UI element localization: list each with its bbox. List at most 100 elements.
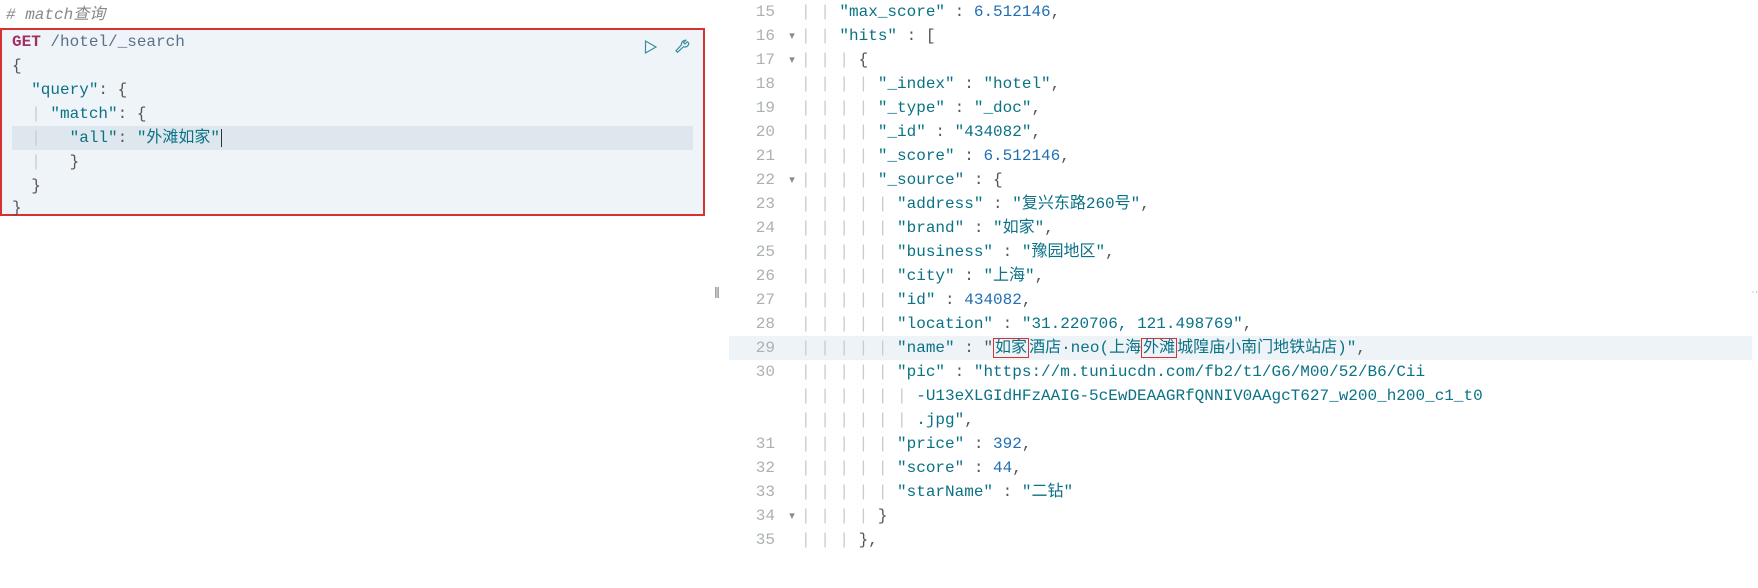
code-content: | | | | | "id" : 434082, bbox=[801, 288, 1752, 312]
response-line: 16▾| | "hits" : [ bbox=[729, 24, 1752, 48]
line-number: 30 bbox=[729, 360, 783, 384]
code-content: | | | | "_id" : "434082", bbox=[801, 120, 1752, 144]
line-number: 35 bbox=[729, 528, 783, 552]
text-cursor bbox=[221, 129, 222, 147]
line-number: 24 bbox=[729, 216, 783, 240]
line-number: 31 bbox=[729, 432, 783, 456]
line-number: 26 bbox=[729, 264, 783, 288]
response-viewer-pane[interactable]: 15| | "max_score" : 6.512146,16▾| | "hit… bbox=[729, 0, 1752, 588]
fold-toggle bbox=[783, 264, 801, 288]
code-content: | | | | | "business" : "豫园地区", bbox=[801, 240, 1752, 264]
line-number: 15 bbox=[729, 0, 783, 24]
response-line: 31 | | | | | "price" : 392, bbox=[729, 432, 1752, 456]
line-number bbox=[729, 408, 783, 432]
code-line-active[interactable]: | "all": "外滩如家" bbox=[12, 126, 693, 150]
fold-toggle bbox=[783, 288, 801, 312]
line-number: 16 bbox=[729, 24, 783, 48]
fold-toggle bbox=[783, 144, 801, 168]
request-path: /hotel/_search bbox=[41, 33, 185, 51]
line-number bbox=[729, 384, 783, 408]
response-code-body: 15| | "max_score" : 6.512146,16▾| | "hit… bbox=[729, 0, 1752, 552]
fold-toggle[interactable]: ▾ bbox=[783, 24, 801, 48]
code-content: | | | { bbox=[801, 48, 1752, 72]
response-line: 24 | | | | | "brand" : "如家", bbox=[729, 216, 1752, 240]
code-line[interactable]: | } bbox=[12, 150, 693, 174]
http-method: GET bbox=[12, 33, 41, 51]
response-line: 32| | | | | "score" : 44, bbox=[729, 456, 1752, 480]
code-content: | | | | | "address" : "复兴东路260号", bbox=[801, 192, 1752, 216]
fold-toggle bbox=[783, 312, 801, 336]
splitter-handle-icon: ‖ bbox=[714, 285, 719, 303]
code-content: | | | | | "price" : 392, bbox=[801, 432, 1752, 456]
right-ellipsis: ⋮ bbox=[1752, 0, 1758, 588]
code-line[interactable]: } bbox=[12, 196, 693, 220]
fold-toggle[interactable]: ▾ bbox=[783, 504, 801, 528]
fold-toggle bbox=[783, 120, 801, 144]
response-line: 33 | | | | | "starName" : "二钻" bbox=[729, 480, 1752, 504]
response-line: 23 | | | | | "address" : "复兴东路260号", bbox=[729, 192, 1752, 216]
fold-toggle bbox=[783, 240, 801, 264]
response-line: 35 | | | }, bbox=[729, 528, 1752, 552]
code-content: | | | | | "name" : "如家酒店·neo(上海外滩城隍庙小南门地… bbox=[801, 336, 1752, 360]
editor-comment: # match查询 bbox=[0, 0, 705, 24]
code-content: | | | | "_type" : "_doc", bbox=[801, 96, 1752, 120]
code-content: | | | }, bbox=[801, 528, 1752, 552]
response-line: | | | | | | .jpg", bbox=[729, 408, 1752, 432]
fold-toggle bbox=[783, 0, 801, 24]
request-editor-pane[interactable]: # match查询 GET /hotel/_search { "query": … bbox=[0, 0, 705, 588]
code-content: | | "hits" : [ bbox=[801, 24, 1752, 48]
line-number: 21 bbox=[729, 144, 783, 168]
fold-toggle bbox=[783, 192, 801, 216]
code-content: | | | | | "brand" : "如家", bbox=[801, 216, 1752, 240]
code-content: | | | | | | .jpg", bbox=[801, 408, 1752, 432]
code-content: | | | | | "starName" : "二钻" bbox=[801, 480, 1752, 504]
response-line: 19 | | | | "_type" : "_doc", bbox=[729, 96, 1752, 120]
line-number: 23 bbox=[729, 192, 783, 216]
run-query-button[interactable] bbox=[639, 36, 661, 58]
code-content: | | | | "_index" : "hotel", bbox=[801, 72, 1752, 96]
line-number: 19 bbox=[729, 96, 783, 120]
line-number: 18 bbox=[729, 72, 783, 96]
fold-toggle bbox=[783, 456, 801, 480]
pane-splitter[interactable]: ‖ bbox=[705, 0, 729, 588]
wrench-button[interactable] bbox=[671, 36, 693, 58]
fold-toggle[interactable]: ▾ bbox=[783, 168, 801, 192]
fold-toggle bbox=[783, 432, 801, 456]
line-number: 27 bbox=[729, 288, 783, 312]
fold-toggle bbox=[783, 72, 801, 96]
fold-toggle bbox=[783, 384, 801, 408]
line-number: 34 bbox=[729, 504, 783, 528]
request-first-line[interactable]: GET /hotel/_search bbox=[12, 30, 693, 54]
line-number: 17 bbox=[729, 48, 783, 72]
response-line: 28 | | | | | "location" : "31.220706, 121… bbox=[729, 312, 1752, 336]
fold-toggle bbox=[783, 360, 801, 384]
fold-toggle bbox=[783, 480, 801, 504]
response-line: 20| | | | "_id" : "434082", bbox=[729, 120, 1752, 144]
request-highlight-box: GET /hotel/_search { "query": { | "match… bbox=[0, 28, 705, 216]
response-line: | | | | | | -U13eXLGIdHFzAAIG-5cEwDEAAGR… bbox=[729, 384, 1752, 408]
response-line: 17▾| | | { bbox=[729, 48, 1752, 72]
line-number: 33 bbox=[729, 480, 783, 504]
code-content: | | | | | | -U13eXLGIdHFzAAIG-5cEwDEAAGR… bbox=[801, 384, 1752, 408]
fold-toggle bbox=[783, 528, 801, 552]
code-line[interactable]: { bbox=[12, 54, 693, 78]
response-line: 29| | | | | "name" : "如家酒店·neo(上海外滩城隍庙小南… bbox=[729, 336, 1752, 360]
fold-toggle[interactable]: ▾ bbox=[783, 48, 801, 72]
code-line[interactable]: | "match": { bbox=[12, 102, 693, 126]
editor-action-bar bbox=[639, 36, 693, 58]
line-number: 28 bbox=[729, 312, 783, 336]
response-line: 15| | "max_score" : 6.512146, bbox=[729, 0, 1752, 24]
code-line[interactable]: "query": { bbox=[12, 78, 693, 102]
fold-toggle bbox=[783, 216, 801, 240]
code-content: | | | | | "pic" : "https://m.tuniucdn.co… bbox=[801, 360, 1752, 384]
code-line[interactable]: } bbox=[12, 174, 693, 198]
line-number: 32 bbox=[729, 456, 783, 480]
code-content: | | | | "_score" : 6.512146, bbox=[801, 144, 1752, 168]
fold-toggle bbox=[783, 408, 801, 432]
response-line: 18 | | | | "_index" : "hotel", bbox=[729, 72, 1752, 96]
response-line: 34▾| | | | } bbox=[729, 504, 1752, 528]
response-line: 26 | | | | | "city" : "上海", bbox=[729, 264, 1752, 288]
code-content: | | | | | "location" : "31.220706, 121.4… bbox=[801, 312, 1752, 336]
response-line: 30 | | | | | "pic" : "https://m.tuniucdn.… bbox=[729, 360, 1752, 384]
code-content: | | | | | "city" : "上海", bbox=[801, 264, 1752, 288]
